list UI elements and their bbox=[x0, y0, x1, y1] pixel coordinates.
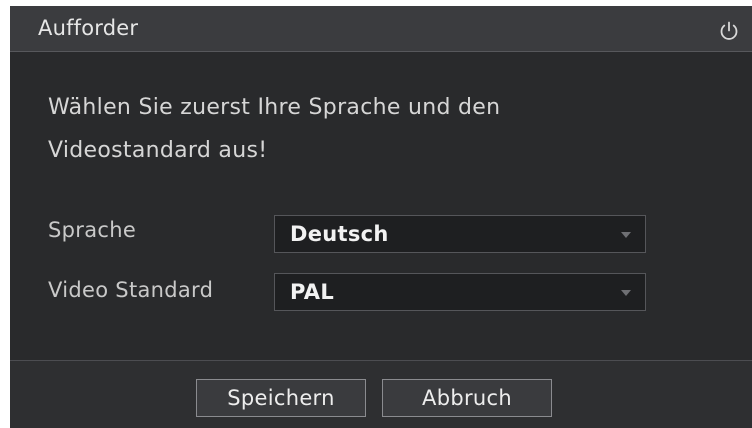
caret-down-icon bbox=[621, 232, 631, 238]
instruction-line-1: Wählen Sie zuerst Ihre Sprache und den bbox=[48, 95, 501, 120]
video-standard-select-value: PAL bbox=[290, 280, 334, 304]
dialog-title: Aufforder bbox=[38, 16, 139, 40]
language-select-value: Deutsch bbox=[290, 222, 389, 246]
caret-down-icon bbox=[621, 290, 631, 296]
language-label: Sprache bbox=[48, 218, 137, 242]
dialog-footer: Speichern Abbruch bbox=[10, 360, 752, 428]
instruction-message: Wählen Sie zuerst Ihre Sprache und den V… bbox=[48, 86, 708, 172]
video-standard-label: Video Standard bbox=[48, 278, 214, 302]
instruction-line-2: Videostandard aus! bbox=[48, 138, 268, 163]
cancel-button[interactable]: Abbruch bbox=[382, 379, 552, 417]
prompt-dialog: Aufforder Wählen Sie zuerst Ihre Sprache… bbox=[10, 6, 752, 428]
save-button[interactable]: Speichern bbox=[196, 379, 366, 417]
dialog-titlebar: Aufforder bbox=[10, 6, 752, 52]
language-select[interactable]: Deutsch bbox=[274, 215, 646, 253]
power-icon[interactable] bbox=[716, 18, 742, 44]
video-standard-select[interactable]: PAL bbox=[274, 273, 646, 311]
